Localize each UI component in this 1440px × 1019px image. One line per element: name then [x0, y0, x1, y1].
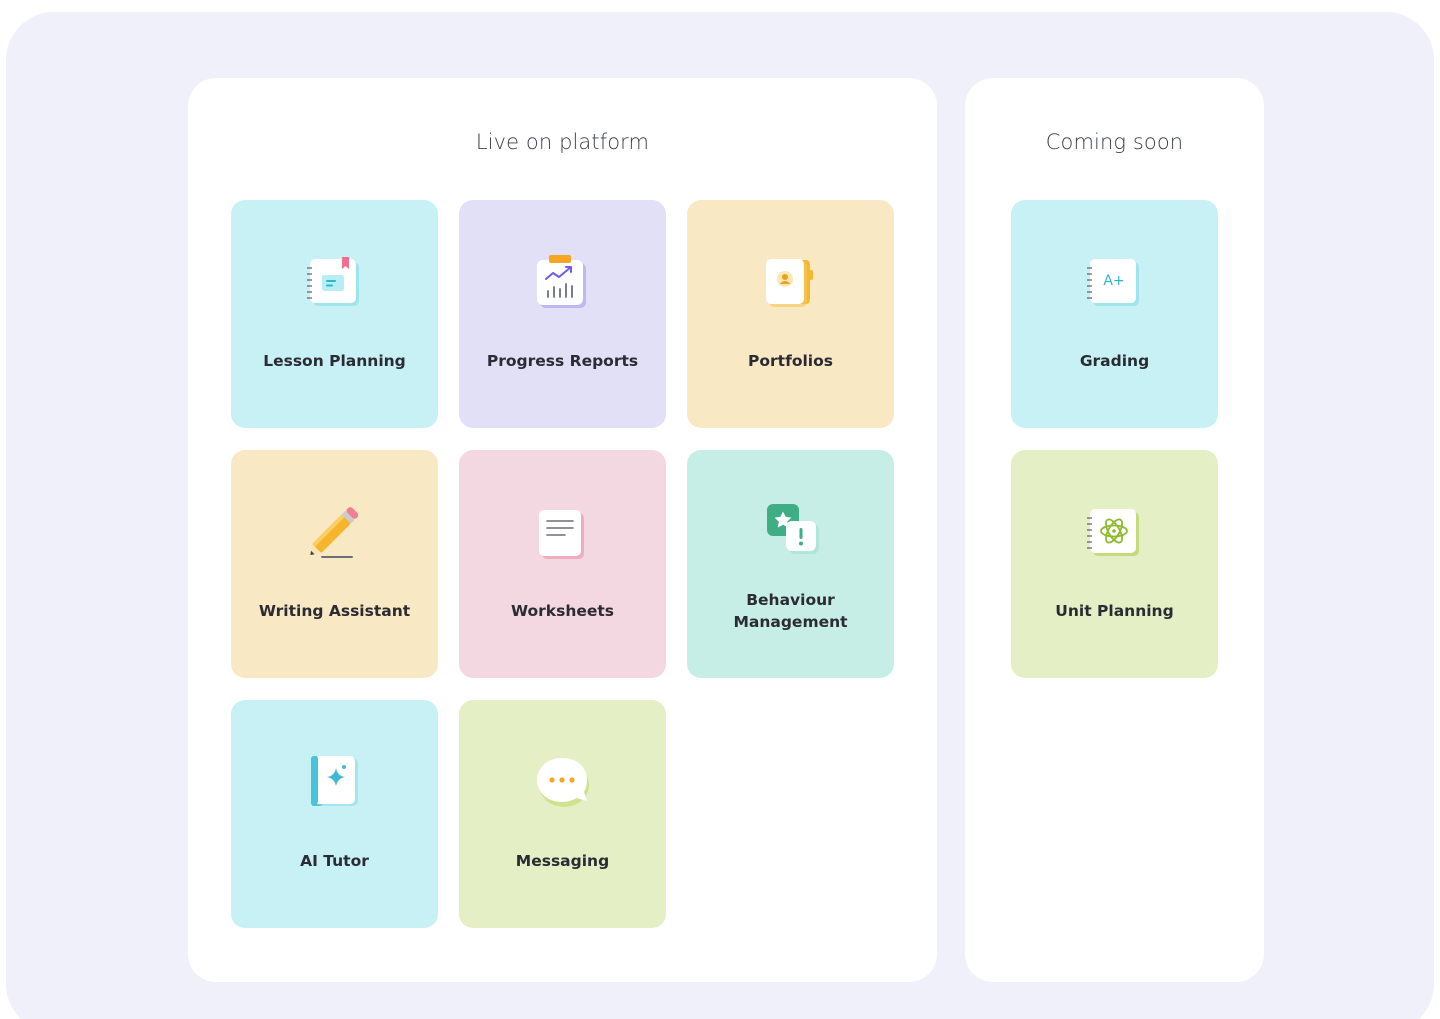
lesson-planning-notebook-icon [300, 248, 370, 318]
tile-label: Lesson Planning [263, 352, 406, 370]
pencil-icon [300, 498, 370, 568]
live-on-platform-panel: Live on platform Lesson Planning Progres… [188, 78, 937, 982]
tile-label: AI Tutor [300, 852, 369, 870]
tile-progress-reports[interactable]: Progress Reports [459, 200, 666, 428]
tile-writing-assistant[interactable]: Writing Assistant [231, 450, 438, 678]
tile-label: Unit Planning [1055, 602, 1174, 620]
tile-label: Worksheets [510, 602, 615, 620]
tile-label: Messaging [515, 852, 610, 870]
live-panel-title: Live on platform [475, 130, 650, 154]
tile-label: Grading [1079, 352, 1150, 370]
progress-report-clipboard-icon [528, 248, 598, 318]
tile-label: Portfolios [748, 352, 833, 370]
tile-label: Progress Reports [486, 352, 639, 370]
tile-ai-tutor[interactable]: AI Tutor [231, 700, 438, 928]
portfolio-folder-icon [756, 248, 826, 318]
tile-messaging[interactable]: Messaging [459, 700, 666, 928]
tile-portfolios[interactable]: Portfolios [687, 200, 894, 428]
tile-label: Behaviour Management [733, 591, 848, 631]
grade-a-plus-notebook-icon: A+ [1080, 248, 1150, 318]
atom-notebook-icon [1080, 498, 1150, 568]
grade-mark: A+ [1103, 273, 1124, 289]
chat-bubble-icon [528, 748, 598, 818]
ai-sparkle-book-icon [300, 748, 370, 818]
tile-unit-planning[interactable]: Unit Planning [1011, 450, 1218, 678]
behaviour-star-alert-icon [756, 494, 826, 564]
page-background: Live on platform Lesson Planning Progres… [6, 12, 1434, 1019]
soon-panel-title: Coming soon [1045, 130, 1184, 154]
tile-label: Writing Assistant [258, 602, 411, 620]
tile-worksheets[interactable]: Worksheets [459, 450, 666, 678]
worksheet-document-icon [528, 498, 598, 568]
tile-lesson-planning[interactable]: Lesson Planning [231, 200, 438, 428]
tile-behaviour-management[interactable]: Behaviour Management [687, 450, 894, 678]
coming-soon-panel: Coming soon A+ Grading Unit Planning [965, 78, 1264, 982]
tile-grading[interactable]: A+ Grading [1011, 200, 1218, 428]
